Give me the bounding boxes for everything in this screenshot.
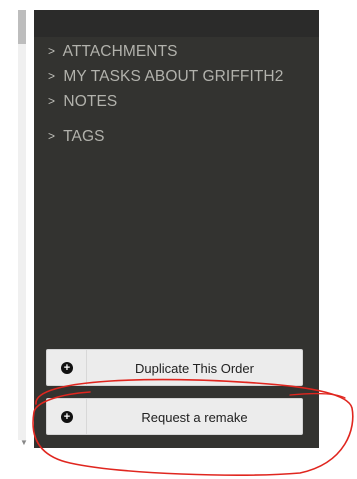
panel-menu: > ATTACHMENTS > MY TASKS ABOUT GRIFFITH2… (48, 40, 309, 148)
menu-item-label: TAGS (63, 128, 105, 145)
menu-item-label: MY TASKS ABOUT GRIFFITH2 (63, 68, 284, 85)
button-icon-zone: + (47, 350, 87, 385)
chevron-right-icon: > (48, 44, 56, 58)
plus-circle-icon: + (61, 362, 73, 374)
menu-item-attachments[interactable]: > ATTACHMENTS (48, 40, 309, 63)
button-icon-zone: + (47, 399, 87, 434)
scrollbar[interactable] (18, 10, 26, 440)
request-remake-button[interactable]: + Request a remake (46, 398, 303, 435)
chevron-right-icon: > (48, 129, 56, 143)
chevron-right-icon: > (48, 69, 56, 83)
menu-item-my-tasks[interactable]: > MY TASKS ABOUT GRIFFITH2 (48, 65, 309, 88)
scrollbar-thumb[interactable] (18, 10, 26, 44)
button-label: Request a remake (141, 410, 248, 425)
panel-header (34, 10, 319, 37)
menu-item-notes[interactable]: > NOTES (48, 90, 309, 113)
plus-circle-icon: + (61, 411, 73, 423)
menu-item-label: ATTACHMENTS (62, 43, 178, 60)
scroll-down-arrow-icon[interactable]: ▼ (20, 438, 28, 447)
menu-item-label: NOTES (63, 93, 118, 110)
button-label: Duplicate This Order (135, 361, 254, 376)
order-side-panel: > ATTACHMENTS > MY TASKS ABOUT GRIFFITH2… (34, 10, 319, 448)
menu-item-tags[interactable]: > TAGS (48, 125, 309, 148)
chevron-right-icon: > (48, 94, 56, 108)
duplicate-order-button[interactable]: + Duplicate This Order (46, 349, 303, 386)
